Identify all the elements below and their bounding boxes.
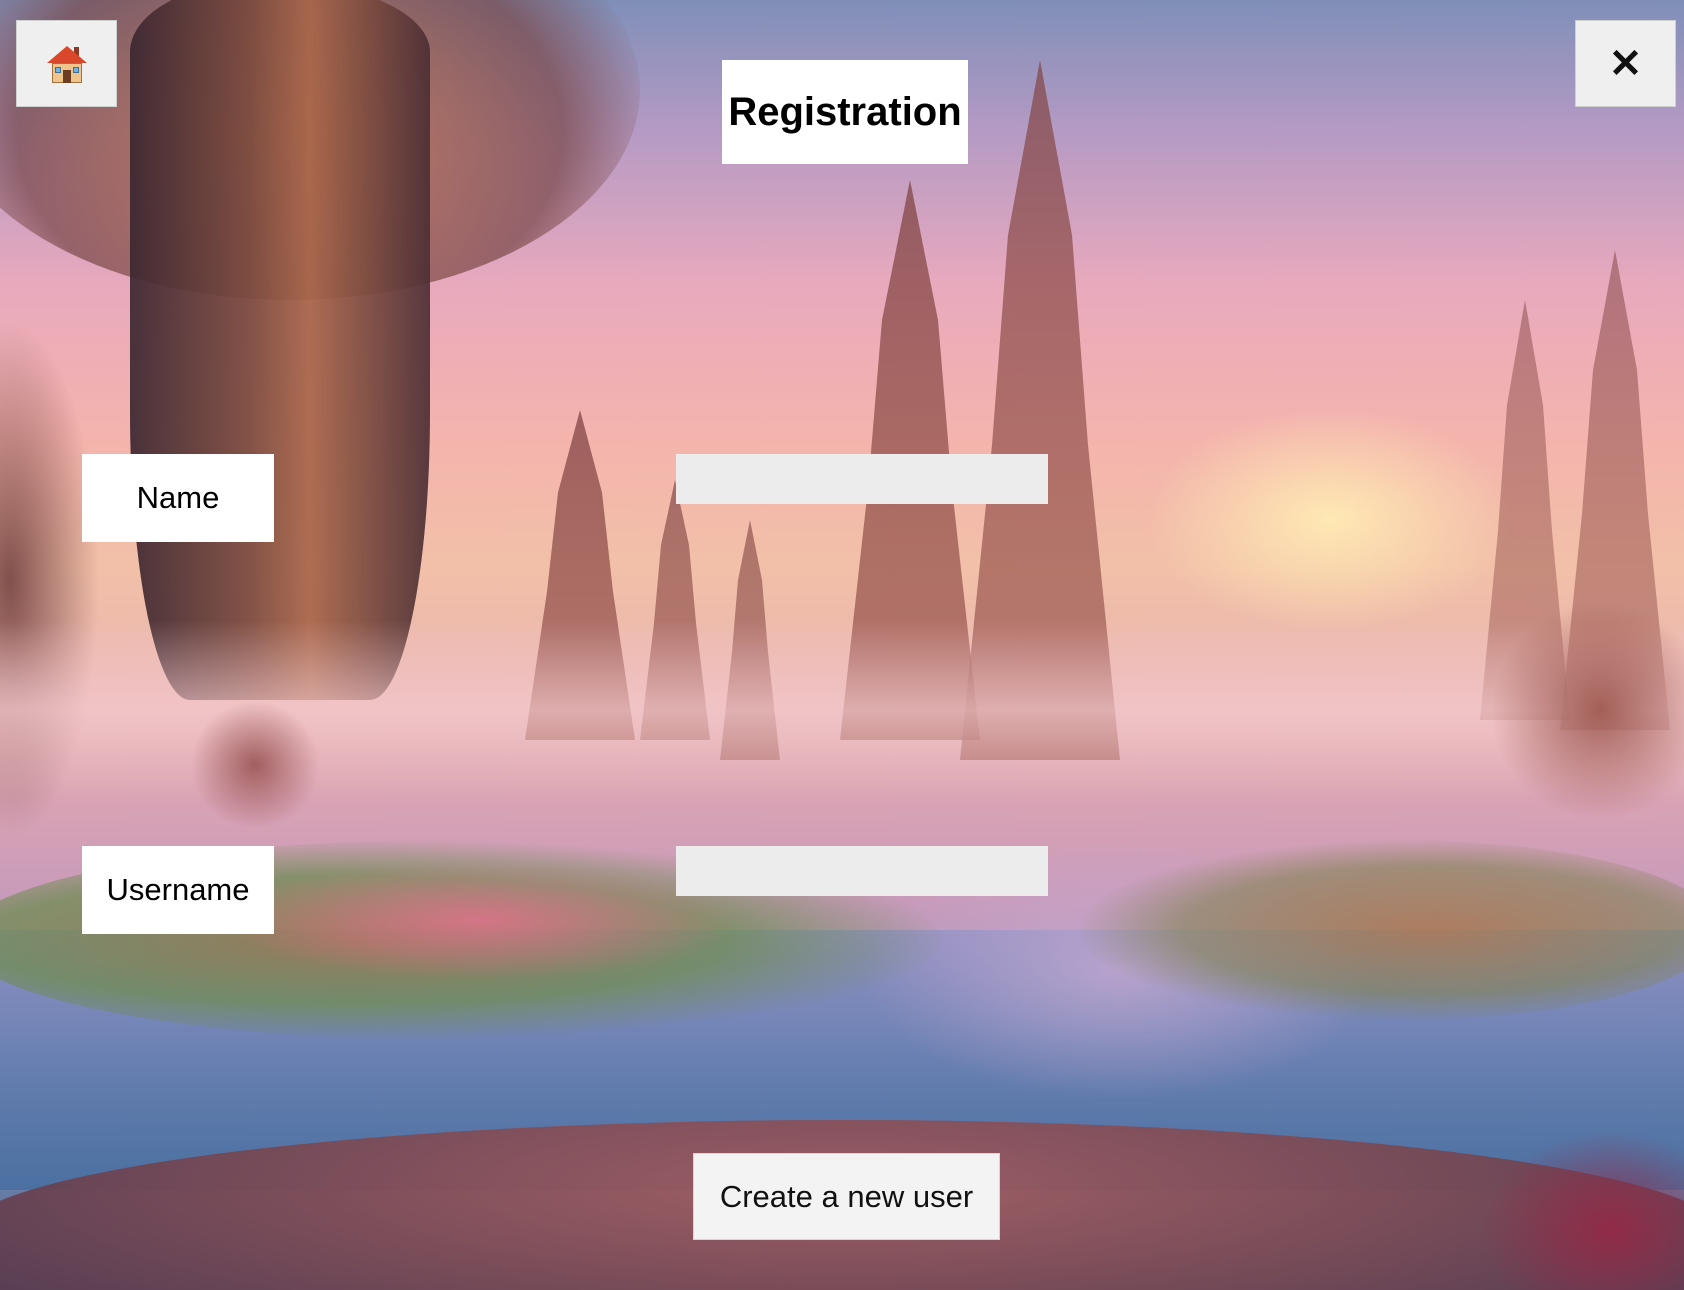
right-meadow bbox=[1080, 840, 1684, 1020]
home-button[interactable] bbox=[16, 20, 117, 107]
page-title: Registration bbox=[722, 60, 968, 164]
name-input[interactable] bbox=[676, 454, 1048, 504]
name-label: Name bbox=[82, 454, 274, 542]
username-input[interactable] bbox=[676, 846, 1048, 896]
background-landscape-image bbox=[0, 0, 1684, 1290]
create-user-button[interactable]: Create a new user bbox=[693, 1153, 1000, 1240]
username-label: Username bbox=[82, 846, 274, 934]
close-button[interactable]: ✕ bbox=[1575, 20, 1676, 107]
flower-field bbox=[220, 860, 740, 980]
large-tree bbox=[130, 0, 430, 700]
house-icon bbox=[46, 44, 87, 84]
close-icon: ✕ bbox=[1608, 41, 1643, 86]
small-tree bbox=[190, 700, 320, 830]
